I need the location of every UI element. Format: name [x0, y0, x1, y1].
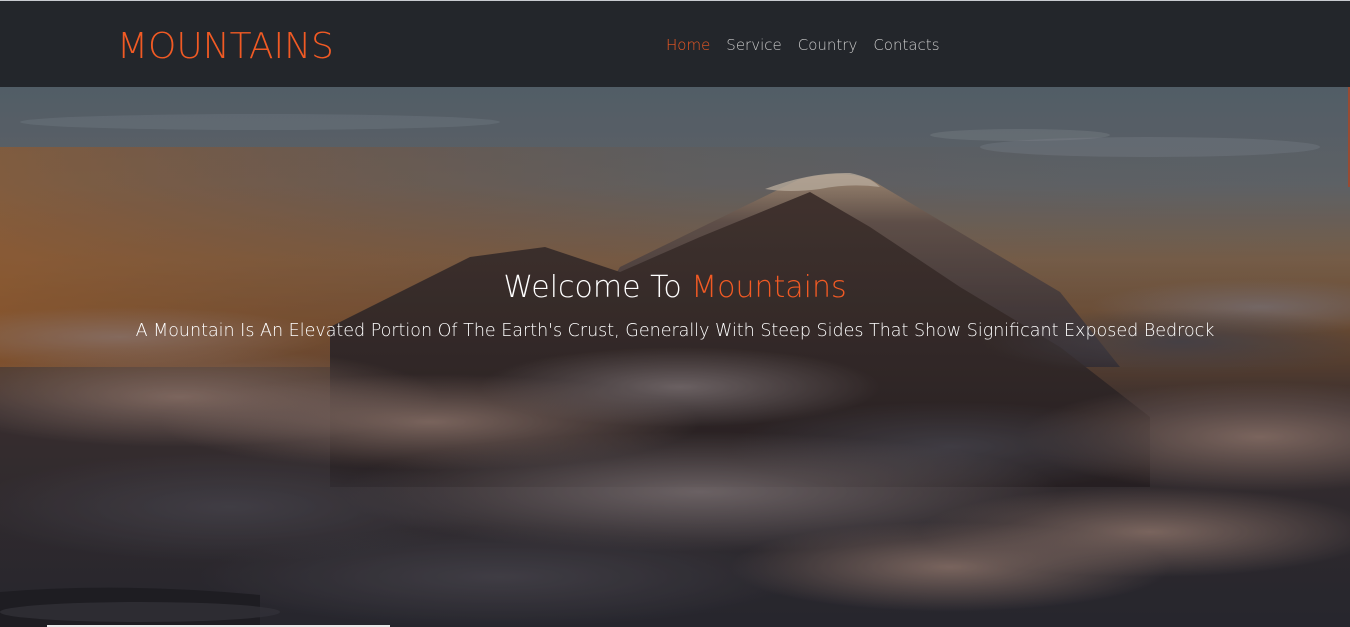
brand-logo[interactable]: MOUNTAINS: [117, 27, 334, 67]
hero-subtitle: A Mountain Is An Elevated Portion Of The…: [135, 321, 1215, 341]
hero-title: Welcome To Mountains: [0, 269, 1350, 307]
navbar: MOUNTAINS Home Service Country Contacts: [0, 1, 1350, 87]
nav-item-contacts[interactable]: Contacts: [873, 35, 939, 55]
hero-section: Welcome To Mountains A Mountain Is An El…: [0, 87, 1350, 627]
hero-overlay: [0, 87, 1350, 627]
nav-item-service[interactable]: Service: [726, 35, 781, 55]
page: MOUNTAINS Home Service Country Contacts: [0, 0, 1350, 627]
nav-item-country[interactable]: Country: [798, 35, 858, 55]
hero-title-accent: Mountains: [691, 270, 847, 305]
nav-item-home[interactable]: Home: [666, 35, 710, 55]
main-nav: Home Service Country Contacts: [666, 35, 940, 55]
hero-title-prefix: Welcome To: [503, 270, 692, 305]
